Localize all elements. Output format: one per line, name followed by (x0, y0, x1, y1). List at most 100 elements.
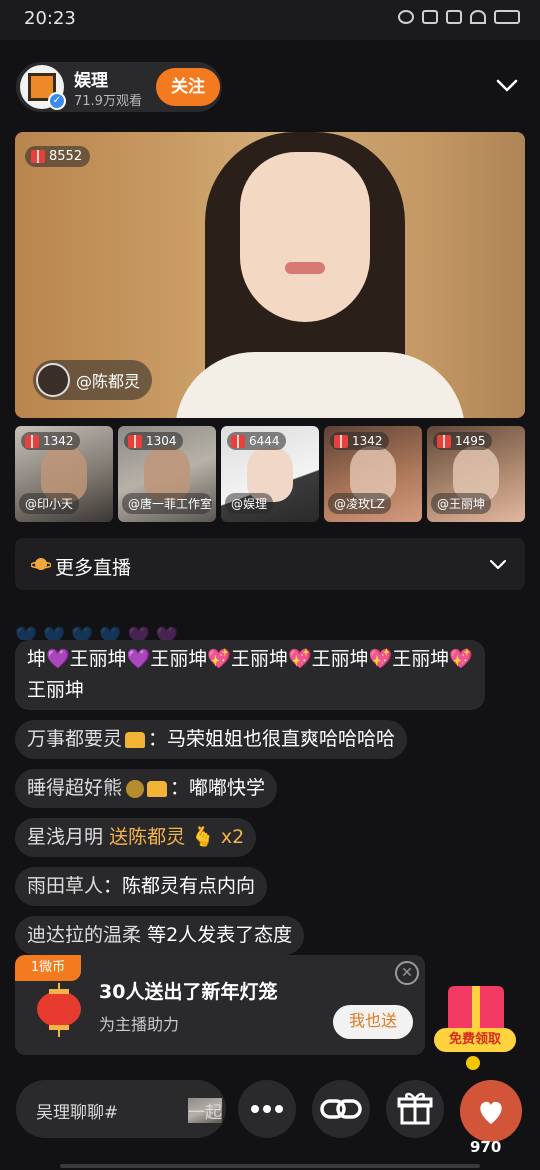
like-button[interactable] (460, 1080, 522, 1142)
gift-multiplier: x2 (220, 826, 245, 848)
level-badge-icon (126, 779, 145, 798)
co-host-tile[interactable]: 1342 @印小天 (15, 426, 113, 522)
co-host-tile[interactable]: 6444 @娱理 (221, 426, 319, 522)
gift-count: 8552 (49, 149, 83, 164)
co-host-list: 1342 @印小天 1304 @唐一菲工作室 6444 @娱理 1342 @凌玫… (15, 426, 525, 522)
chat-text: 嘟嘟快学 (189, 777, 266, 799)
gift-icon (31, 150, 45, 163)
gift-icon (231, 434, 245, 448)
follow-button[interactable]: 关注 (156, 68, 220, 106)
gift-count: 1495 (455, 434, 486, 448)
planet-icon (31, 558, 51, 570)
heart-hand-icon: 🫰 (191, 826, 215, 848)
gift-icon (128, 434, 142, 448)
host-info[interactable]: ✓ 娱理 71.9万观看 关注 (16, 62, 222, 112)
chat-separator: ： (170, 777, 190, 799)
link-button[interactable] (312, 1080, 370, 1138)
chat-user[interactable]: 星浅月明 (27, 826, 103, 848)
gift-icon (25, 434, 39, 448)
co-host-name: @唐一菲工作室 (122, 493, 212, 514)
gift-promo-card: 1微币 30人送出了新年灯笼 为主播助力 我也送 ✕ (15, 955, 425, 1055)
chat-text: 马荣姐姐也很直爽哈哈哈哈 (167, 728, 396, 750)
comment-input[interactable]: 吴理聊聊# 一起 (16, 1080, 226, 1138)
gift-count: 6444 (249, 434, 280, 448)
gift-count: 1342 (352, 434, 383, 448)
gift-card-title: 30人送出了新年灯笼 (99, 981, 278, 1003)
co-host-tile[interactable]: 1342 @凌玫LZ (324, 426, 422, 522)
home-indicator[interactable] (60, 1164, 480, 1168)
crown-icon (147, 780, 168, 797)
co-host-name: @印小天 (19, 493, 80, 514)
chat-fade: 💙 💙 💙 💙 💜 💜 (15, 626, 179, 640)
chat-user[interactable]: 迪达拉的温柔 (27, 924, 141, 946)
gift-icon (437, 434, 451, 448)
status-time: 20:23 (24, 8, 76, 29)
chat-message: 睡得超好熊 ：嘟嘟快学 (15, 769, 278, 808)
bottom-bar: 吴理聊聊# 一起 970 (0, 1076, 540, 1170)
gift-count-badge: 6444 (227, 432, 286, 450)
status-icons (398, 10, 520, 24)
gift-count-badge: 8552 (25, 146, 91, 167)
signal-icon (422, 10, 438, 24)
free-gift-widget[interactable]: 免费领取 (432, 980, 518, 1070)
streamer-tag[interactable]: @陈都灵 (33, 360, 153, 400)
link-icon (320, 1099, 362, 1119)
viewer-count: 71.9万观看 (74, 94, 142, 109)
chat-user[interactable]: 万事都要灵 (27, 728, 122, 750)
heart-hand-icon (480, 1101, 502, 1124)
chat-user[interactable]: 睡得超好熊 (27, 777, 122, 799)
chevron-down-icon[interactable] (489, 556, 507, 572)
co-host-name: @王丽坤 (431, 493, 492, 514)
sim-icon (446, 10, 462, 24)
lantern-icon (37, 983, 81, 1037)
gift-count: 1304 (146, 434, 177, 448)
free-gift-label: 免费领取 (434, 1028, 516, 1052)
chevron-down-icon[interactable] (496, 74, 518, 96)
gift-count-badge: 1495 (433, 432, 492, 450)
more-live-label: 更多直播 (55, 557, 132, 579)
more-live-bar[interactable]: 更多直播 (15, 538, 525, 590)
chat-message: 坤💜王丽坤💜王丽坤💖王丽坤💖王丽坤💖王丽坤💖王丽坤 (15, 640, 485, 710)
chat-user[interactable]: 雨田草人 (27, 875, 103, 897)
status-bar: 20:23 (0, 0, 540, 40)
chat-text: 坤💜王丽坤💜王丽坤💖王丽坤💖王丽坤💖王丽坤💖王丽坤 (27, 648, 473, 701)
chat-separator: ： (103, 875, 123, 897)
gift-icon (334, 434, 348, 448)
gift-count-badge: 1342 (21, 432, 80, 450)
streamer-avatar (36, 363, 70, 397)
gift-count: 1342 (43, 434, 74, 448)
comment-input-text-extra: 一起 (188, 1098, 222, 1123)
main-video[interactable]: 8552 @陈都灵 (15, 132, 525, 418)
gift-text: 送陈都灵 (109, 826, 186, 848)
alarm-icon (398, 10, 414, 24)
chat-text: 陈都灵有点内向 (122, 875, 256, 897)
chat-message: 雨田草人：陈都灵有点内向 (15, 867, 268, 906)
like-count: 970 (470, 1138, 502, 1156)
host-name: 娱理 (74, 71, 108, 91)
crown-icon (125, 731, 146, 748)
co-host-tile[interactable]: 1495 @王丽坤 (427, 426, 525, 522)
streamer-name: @陈都灵 (76, 372, 141, 391)
wifi-icon (470, 10, 486, 24)
gift-count-badge: 1304 (124, 432, 183, 450)
gift-button[interactable] (386, 1080, 444, 1138)
battery-icon (494, 10, 520, 24)
comment-input-text: 吴理聊聊# (36, 1103, 119, 1123)
co-host-tile[interactable]: 1304 @唐一菲工作室 (118, 426, 216, 522)
coin-price-tag: 1微币 (15, 955, 81, 981)
more-button[interactable] (238, 1080, 296, 1138)
chat-separator: ： (148, 728, 168, 750)
gift-icon (397, 1092, 433, 1125)
chat-message: 万事都要灵 ：马荣姐姐也很直爽哈哈哈哈 (15, 720, 408, 759)
send-too-button[interactable]: 我也送 (333, 1005, 413, 1039)
chat-message: 星浅月明 送陈都灵 🫰 x2 (15, 818, 257, 857)
gift-card-subtitle: 为主播助力 (99, 1015, 180, 1034)
co-host-name: @娱理 (225, 493, 274, 514)
chat-text: 等2人发表了态度 (147, 924, 293, 946)
more-dots-icon (251, 1105, 283, 1113)
co-host-name: @凌玫LZ (328, 493, 391, 514)
live-header: ✓ 娱理 71.9万观看 关注 (0, 44, 540, 130)
chat-message: 迪达拉的温柔 等2人发表了态度 (15, 916, 305, 955)
close-icon[interactable]: ✕ (395, 961, 419, 985)
chat-list: 坤💜王丽坤💜王丽坤💖王丽坤💖王丽坤💖王丽坤💖王丽坤 万事都要灵 ：马荣姐姐也很直爽… (15, 640, 485, 965)
